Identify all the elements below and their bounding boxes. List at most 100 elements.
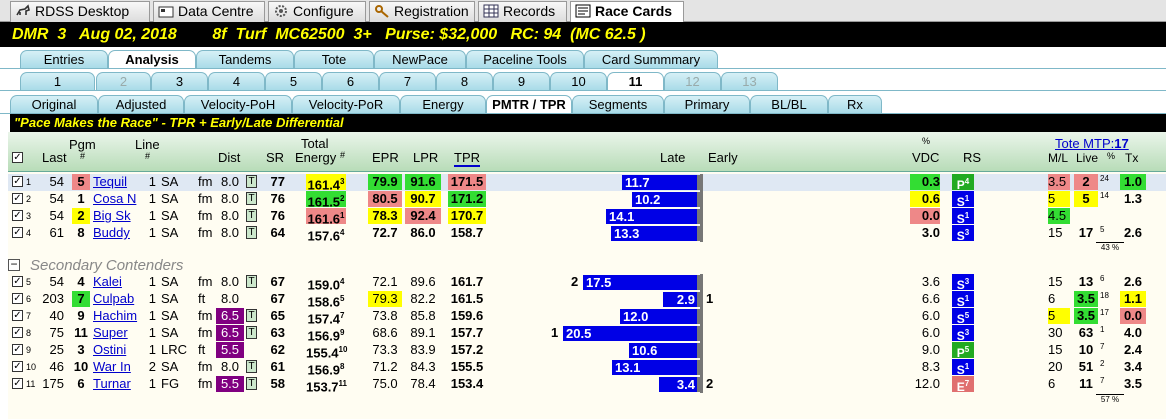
tab-records[interactable]: Records — [478, 1, 567, 22]
tab-tandems[interactable]: Tandems — [196, 50, 294, 68]
turf-indicator: T — [246, 175, 257, 188]
live-odds: 10 — [1078, 342, 1094, 357]
tab-card-summary[interactable]: Card Summmary — [584, 50, 718, 68]
tpr-value: 171.5 — [448, 174, 486, 190]
col-last: Last — [42, 150, 67, 165]
energy-rank: 1 — [340, 211, 345, 220]
tab-race-1[interactable]: 1 — [20, 72, 95, 90]
late-bar: 13.1 — [612, 360, 700, 375]
tab-race-9[interactable]: 9 — [493, 72, 550, 90]
row-checkbox[interactable]: ✓ — [12, 276, 23, 287]
live-odds: 63 — [1078, 325, 1094, 340]
col-total: Total — [301, 136, 329, 151]
dist-value: 5.5 — [216, 376, 244, 392]
odds-pct: 5 — [1100, 225, 1105, 234]
tab-segments[interactable]: Segments — [572, 95, 664, 113]
tab-race-13[interactable]: 13 — [721, 72, 778, 90]
lpr-value: 85.8 — [410, 308, 436, 323]
horse-name-link[interactable]: Kalei — [93, 274, 141, 290]
rs-badge: S3 — [952, 274, 974, 292]
col-vdc-pct: % — [922, 136, 931, 146]
tab-tote[interactable]: Tote — [294, 50, 374, 68]
tab-adjusted[interactable]: Adjusted — [98, 95, 184, 113]
track-code: SA — [161, 225, 179, 240]
tab-rdss-desktop[interactable]: RDSS Desktop — [10, 1, 150, 22]
horse-name-link[interactable]: Big Sk — [93, 208, 141, 224]
horse-name-link[interactable]: War In — [93, 359, 141, 375]
turf-indicator: T — [246, 192, 257, 205]
horse-name-link[interactable]: Buddy — [93, 225, 141, 241]
horse-name-link[interactable]: Cosa N — [93, 191, 141, 207]
row-checkbox[interactable]: ✓ — [12, 210, 23, 221]
tab-energy[interactable]: Energy — [400, 95, 486, 113]
bar-separator — [700, 274, 703, 393]
horse-name-link[interactable]: Turnar — [93, 376, 141, 392]
analysis-tabs: Original Adjusted Velocity-PoH Velocity-… — [0, 93, 1166, 113]
turf-indicator: T — [246, 377, 257, 390]
row-checkbox[interactable]: ✓ — [12, 193, 23, 204]
horse-name-link[interactable]: Culpab — [93, 291, 141, 307]
tab-paceline-tools[interactable]: Paceline Tools — [466, 50, 584, 68]
collapse-toggle[interactable]: − — [8, 258, 20, 271]
tab-bl-bl[interactable]: BL/BL — [750, 95, 828, 113]
epr-value: 71.2 — [372, 359, 398, 374]
row-checkbox[interactable]: ✓ — [12, 227, 23, 238]
tpr-value: 170.7 — [448, 208, 486, 224]
tab-race-7[interactable]: 7 — [379, 72, 436, 90]
tab-registration[interactable]: Registration — [369, 1, 475, 22]
tab-entries[interactable]: Entries — [20, 50, 108, 68]
tab-primary[interactable]: Primary — [664, 95, 750, 113]
table-row: ✓ 7 40 9 Hachim 1 SA fm 6.5 T 65 157.47 73.8 85.8 159.… — [8, 308, 1166, 326]
horse-name-link[interactable]: Ostini — [93, 342, 141, 358]
tab-race-11[interactable]: 11 — [607, 72, 664, 90]
dist-value: 8.0 — [220, 359, 240, 374]
dist-value: 8.0 — [220, 208, 240, 223]
vdc-value: 9.0 — [921, 342, 940, 357]
tab-data-centre[interactable]: Data Centre — [153, 1, 265, 22]
row-checkbox[interactable]: ✓ — [12, 310, 23, 321]
row-checkbox[interactable]: ✓ — [12, 361, 23, 372]
tab-race-5[interactable]: 5 — [265, 72, 322, 90]
row-checkbox[interactable]: ✓ — [12, 293, 23, 304]
live-odds: 5 — [1074, 191, 1098, 207]
energy-value: 153.711 — [306, 376, 347, 394]
select-all-checkbox[interactable]: ✓ — [12, 152, 23, 163]
pgm-number: 3 — [77, 342, 85, 357]
horse-name-link[interactable]: Tequil — [93, 174, 141, 190]
col-sr: SR — [266, 150, 285, 165]
race-number-tabs: 1 2 3 4 5 6 7 8 9 10 11 12 13 — [0, 70, 1166, 90]
vdc-value: 0.3 — [910, 174, 940, 190]
rs-code: S — [956, 363, 965, 377]
pgm-number: 5 — [72, 174, 90, 190]
tab-velocity-poh[interactable]: Velocity-PoH — [184, 95, 292, 113]
tab-original[interactable]: Original — [10, 95, 98, 113]
tab-race-6[interactable]: 6 — [322, 72, 379, 90]
row-checkbox[interactable]: ✓ — [12, 327, 23, 338]
tab-race-4[interactable]: 4 — [208, 72, 265, 90]
tote-mtp-link[interactable]: Tote MTP:17 — [1055, 136, 1129, 151]
tab-newpace[interactable]: NewPace — [374, 50, 466, 68]
tab-race-3[interactable]: 3 — [151, 72, 208, 90]
tab-race-8[interactable]: 8 — [436, 72, 493, 90]
tab-pmtr-tpr[interactable]: PMTR / TPR — [486, 95, 572, 113]
surface-code: ft — [198, 342, 206, 357]
tab-configure[interactable]: Configure — [268, 1, 366, 22]
horse-name-link[interactable]: Super — [93, 325, 141, 341]
gear-icon — [273, 4, 289, 18]
lpr-value: 90.7 — [405, 191, 441, 207]
tab-analysis[interactable]: Analysis — [108, 50, 196, 68]
tab-velocity-por[interactable]: Velocity-PoR — [292, 95, 400, 113]
tab-race-10[interactable]: 10 — [550, 72, 607, 90]
row-checkbox[interactable]: ✓ — [12, 378, 23, 389]
epr-value: 79.3 — [368, 291, 402, 307]
horse-name-link[interactable]: Hachim — [93, 308, 141, 324]
odds-pct: 18 — [1100, 291, 1109, 300]
tab-race-2[interactable]: 2 — [96, 72, 151, 90]
tab-race-cards[interactable]: Race Cards — [570, 1, 684, 23]
row-checkbox[interactable]: ✓ — [12, 344, 23, 355]
energy-rank: 10 — [338, 345, 348, 354]
tab-rx[interactable]: Rx — [828, 95, 882, 113]
rs-badge: P4 — [952, 174, 974, 192]
row-checkbox[interactable]: ✓ — [12, 176, 23, 187]
tab-race-12[interactable]: 12 — [664, 72, 721, 90]
